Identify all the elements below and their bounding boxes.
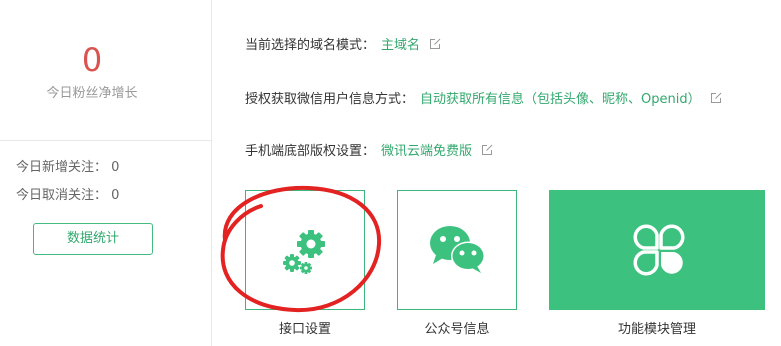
fans-net-growth-count: 0 xyxy=(81,41,103,79)
modules-icon xyxy=(633,224,685,276)
data-statistics-button[interactable]: 数据统计 xyxy=(33,223,153,255)
official-account-info-tile[interactable] xyxy=(397,190,517,310)
edit-icon[interactable] xyxy=(481,144,493,156)
auth-mode-value[interactable]: 自动获取所有信息（包括头像、昵称、Openid） xyxy=(420,92,701,107)
fans-net-growth-label: 今日粉丝净增长 xyxy=(46,86,138,101)
divider xyxy=(0,140,211,141)
official-account-info-caption: 公众号信息 xyxy=(424,322,490,337)
cancel-follow-stat: 今日取消关注： 0 xyxy=(16,188,120,203)
new-follow-stat: 今日新增关注： 0 xyxy=(16,160,120,175)
module-management-caption: 功能模块管理 xyxy=(617,322,696,337)
gears-icon xyxy=(283,230,325,274)
edit-icon[interactable] xyxy=(710,92,722,104)
fans-stats-panel: 0 今日粉丝净增长 今日新增关注： 0 今日取消关注： 0 数据统计 xyxy=(0,0,212,346)
edit-icon[interactable] xyxy=(429,38,441,50)
wechat-icon xyxy=(430,226,485,273)
copyright-setting: 手机端底部版权设置： 微讯云端免费版 xyxy=(245,140,493,159)
api-settings-caption: 接口设置 xyxy=(278,322,331,337)
domain-mode-value[interactable]: 主域名 xyxy=(381,38,420,53)
auth-mode-setting: 授权获取微信用户信息方式： 自动获取所有信息（包括头像、昵称、Openid） xyxy=(245,88,722,107)
auth-mode-label: 授权获取微信用户信息方式： xyxy=(245,92,415,107)
module-management-tile[interactable] xyxy=(549,190,765,310)
copyright-value[interactable]: 微讯云端免费版 xyxy=(381,144,472,159)
copyright-label: 手机端底部版权设置： xyxy=(245,144,376,159)
domain-mode-label: 当前选择的域名模式： xyxy=(245,38,376,53)
api-settings-tile[interactable] xyxy=(245,190,365,310)
domain-mode-setting: 当前选择的域名模式： 主域名 xyxy=(245,34,441,53)
